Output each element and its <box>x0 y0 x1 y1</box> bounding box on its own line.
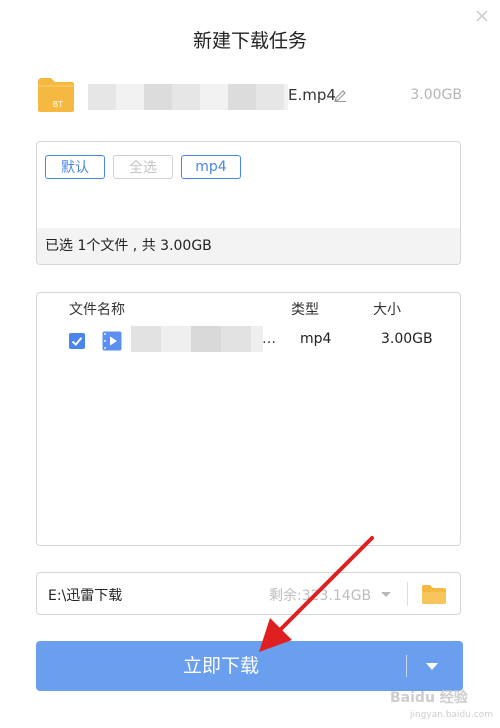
path-dropdown-icon[interactable] <box>378 586 394 602</box>
download-path-input[interactable]: E:\迅雷下载 <box>48 585 122 605</box>
selection-summary: 已选 1个文件 , 共 3.00GB <box>37 228 460 264</box>
download-path-bar[interactable]: E:\迅雷下载 剩余:323.14GB <box>36 572 461 615</box>
filter-select-all-button[interactable]: 全选 <box>113 155 173 179</box>
edit-icon[interactable] <box>333 88 348 103</box>
bt-badge: BT <box>53 100 63 109</box>
filename-blurred <box>88 84 288 110</box>
dialog-title: 新建下载任务 <box>192 30 307 52</box>
watermark: Baidu 经验 <box>390 690 468 706</box>
file-list: 文件名称 类型 大小 … mp4 3.00GB <box>36 292 461 546</box>
check-icon <box>71 337 83 346</box>
download-options-icon[interactable] <box>424 659 440 673</box>
download-now-label: 立即下载 <box>182 655 259 677</box>
file-row-type: mp4 <box>300 331 332 347</box>
file-row-name-ellipsis: … <box>262 331 276 347</box>
file-row-name-blurred <box>131 326 263 352</box>
path-divider <box>407 582 408 606</box>
file-size: 3.00GB <box>410 87 462 103</box>
column-header-size: 大小 <box>373 302 401 318</box>
filter-mp4-button[interactable]: mp4 <box>181 155 241 179</box>
bt-folder-icon: BT <box>38 78 74 112</box>
file-row-checkbox[interactable] <box>69 333 85 349</box>
watermark-url: jingyan.baidu.com <box>410 710 494 720</box>
column-header-name: 文件名称 <box>69 302 125 318</box>
download-now-button[interactable]: 立即下载 <box>36 641 463 691</box>
free-space-label: 剩余:323.14GB <box>269 588 372 604</box>
column-header-type: 类型 <box>291 302 319 318</box>
filter-default-button[interactable]: 默认 <box>45 155 105 179</box>
folder-icon[interactable] <box>420 582 448 606</box>
filter-panel: 默认 全选 mp4 已选 1个文件 , 共 3.00GB <box>36 141 461 265</box>
video-file-icon <box>102 331 122 351</box>
download-button-divider <box>406 655 407 677</box>
close-button[interactable] <box>470 4 494 28</box>
close-icon <box>476 10 488 22</box>
file-row-size: 3.00GB <box>381 331 433 347</box>
filename-suffix: E.mp4 <box>288 86 336 104</box>
